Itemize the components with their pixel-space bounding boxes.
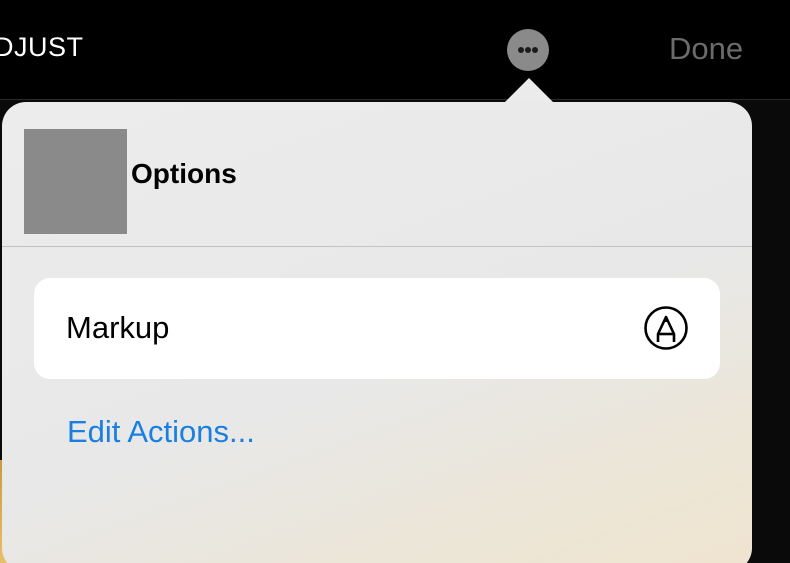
options-popover: Options Markup Edit Actions... — [2, 102, 752, 563]
markup-label: Markup — [66, 310, 170, 345]
photo-thumbnail — [24, 129, 127, 234]
markup-action-row[interactable]: Markup — [34, 278, 720, 379]
done-button[interactable]: Done — [669, 31, 743, 67]
popover-pointer — [505, 78, 553, 102]
markup-pen-icon — [644, 306, 688, 350]
ellipsis-icon-dot — [525, 47, 531, 53]
adjust-tab[interactable]: DJUST — [0, 32, 84, 63]
ellipsis-icon-dot — [532, 47, 538, 53]
ellipsis-icon — [518, 47, 524, 53]
more-options-button[interactable] — [507, 29, 549, 71]
top-toolbar: DJUST Done — [0, 0, 790, 100]
popover-title: Options — [131, 158, 237, 189]
edit-actions-link[interactable]: Edit Actions... — [67, 414, 255, 450]
popover-header: Options — [2, 102, 752, 247]
photo-editor-screen: DJUST Done Options Markup Edit Actions..… — [0, 0, 790, 563]
